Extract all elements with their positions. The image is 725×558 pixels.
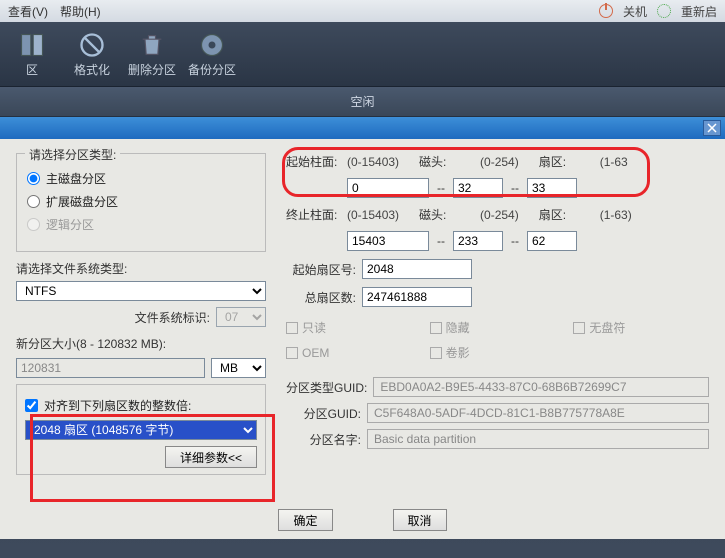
close-button[interactable] — [703, 120, 721, 136]
menu-help[interactable]: 帮助(H) — [60, 3, 101, 20]
type-guid-value: EBD0A0A2-B9E5-4433-87C0-68B6B72699C7 — [373, 377, 709, 397]
size-unit-select[interactable]: MB — [211, 358, 266, 378]
dialog-footer: 确定 取消 — [0, 509, 725, 531]
start-sector-no-row: 起始扇区号: — [286, 259, 709, 279]
part-guid-value: C5F648A0-5ADF-4DCD-81C1-B8B775778A8E — [367, 403, 709, 423]
forbid-icon — [78, 31, 106, 59]
align-select[interactable]: 2048 扇区 (1048576 字节) — [25, 420, 257, 440]
power-icon — [599, 4, 613, 18]
fs-select[interactable]: NTFS — [16, 281, 266, 301]
radio-primary[interactable]: 主磁盘分区 — [27, 170, 255, 187]
radio-extended[interactable]: 扩展磁盘分区 — [27, 193, 255, 210]
align-checkbox[interactable] — [25, 399, 38, 412]
toolbar: 区 格式化 删除分区 备份分区 — [0, 22, 725, 87]
total-sectors-input[interactable] — [362, 287, 472, 307]
status-area: 关机 重新启 — [599, 3, 717, 20]
part-name-value: Basic data partition — [367, 429, 709, 449]
restart-icon — [657, 4, 671, 18]
detail-params-button[interactable]: 详细参数<< — [165, 446, 257, 468]
left-column: 请选择分区类型: 主磁盘分区 扩展磁盘分区 逻辑分区 请选择文件系统类型: NT… — [16, 153, 266, 529]
end-sector-input[interactable] — [527, 231, 577, 251]
toolbar-partition[interactable]: 区 — [6, 31, 58, 78]
align-checkbox-row[interactable]: 对齐到下列扇区数的整数倍: — [25, 397, 257, 414]
end-chs-row: 终止柱面: (0-15403) 磁头: (0-254) 扇区: (1-63) — [286, 206, 709, 223]
part-name-row: 分区名字: Basic data partition — [286, 429, 709, 449]
start-cyl-input[interactable] — [347, 178, 429, 198]
fs-label: 请选择文件系统类型: — [16, 260, 266, 277]
total-sectors-row: 总扇区数: — [286, 287, 709, 307]
toolbar-backup[interactable]: 备份分区 — [186, 31, 238, 78]
close-icon — [707, 123, 717, 133]
disk-map-label: 空闲 — [350, 93, 374, 110]
radio-logical-input — [27, 218, 40, 231]
disc-icon — [198, 31, 226, 59]
radio-logical: 逻辑分区 — [27, 216, 255, 233]
align-group: 对齐到下列扇区数的整数倍: 2048 扇区 (1048576 字节) 详细参数<… — [16, 384, 266, 475]
type-guid-row: 分区类型GUID: EBD0A0A2-B9E5-4433-87C0-68B6B7… — [286, 377, 709, 397]
chk-noletter: 无盘符 — [573, 319, 709, 336]
menu-bar: 查看(V) 帮助(H) 关机 重新启 — [0, 0, 725, 22]
status-shutdown[interactable]: 关机 — [623, 3, 647, 20]
start-sector-input[interactable] — [527, 178, 577, 198]
start-sector-no-input[interactable] — [362, 259, 472, 279]
dialog-titlebar — [0, 117, 725, 139]
radio-extended-input[interactable] — [27, 195, 40, 208]
start-head-input[interactable] — [453, 178, 503, 198]
chk-hidden: 隐藏 — [430, 319, 566, 336]
ok-button[interactable]: 确定 — [278, 509, 332, 531]
dialog-body: 请选择分区类型: 主磁盘分区 扩展磁盘分区 逻辑分区 请选择文件系统类型: NT… — [0, 139, 725, 539]
trash-icon — [138, 31, 166, 59]
part-guid-row: 分区GUID: C5F648A0-5ADF-4DCD-81C1-B8B77577… — [286, 403, 709, 423]
start-chs-values: -- -- — [286, 178, 709, 198]
partition-type-group: 请选择分区类型: 主磁盘分区 扩展磁盘分区 逻辑分区 — [16, 153, 266, 252]
chk-oem: OEM — [286, 344, 422, 361]
chk-shadow: 卷影 — [430, 344, 566, 361]
partition-type-label: 请选择分区类型: — [25, 146, 120, 163]
toolbar-delete[interactable]: 删除分区 — [126, 31, 178, 78]
cancel-button[interactable]: 取消 — [393, 509, 447, 531]
size-label: 新分区大小(8 - 120832 MB): — [16, 335, 266, 352]
chk-readonly: 只读 — [286, 319, 422, 336]
fsid-label: 文件系统标识: — [135, 309, 210, 326]
end-head-input[interactable] — [453, 231, 503, 251]
toolbar-format[interactable]: 格式化 — [66, 31, 118, 78]
disk-map: 空闲 — [0, 87, 725, 117]
radio-primary-input[interactable] — [27, 172, 40, 185]
menu-view[interactable]: 查看(V) — [8, 3, 48, 20]
size-input — [16, 358, 205, 378]
start-chs-row: 起始柱面: (0-15403) 磁头: (0-254) 扇区: (1-63 — [286, 153, 709, 170]
attr-checkboxes: 只读 隐藏 无盘符 OEM 卷影 — [286, 319, 709, 361]
partition-icon — [18, 31, 46, 59]
right-column: 起始柱面: (0-15403) 磁头: (0-254) 扇区: (1-63 --… — [286, 153, 709, 529]
end-cyl-input[interactable] — [347, 231, 429, 251]
end-chs-values: -- -- — [286, 231, 709, 251]
fsid-select: 07 — [216, 307, 266, 327]
status-restart[interactable]: 重新启 — [681, 3, 717, 20]
